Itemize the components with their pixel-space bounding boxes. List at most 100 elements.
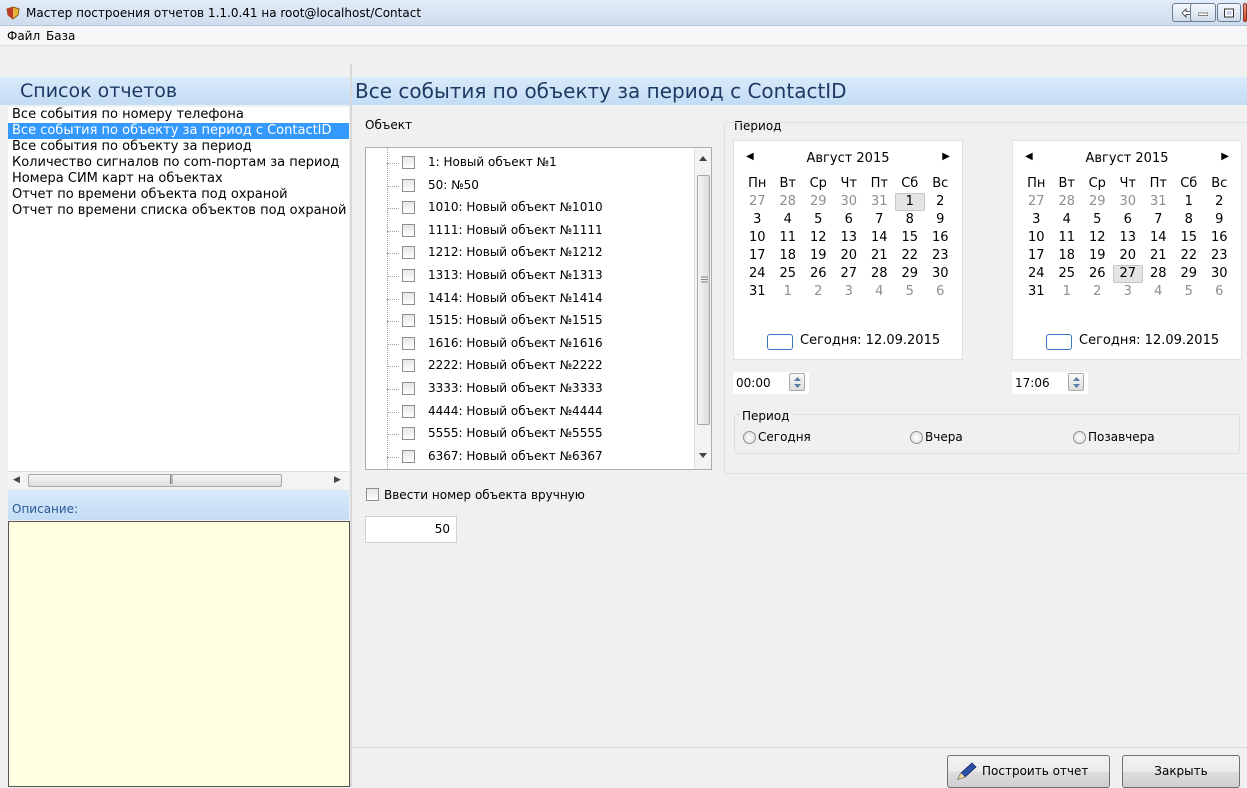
calendar-day[interactable]: 15	[895, 229, 926, 247]
calendar-day[interactable]: 5	[1082, 211, 1113, 229]
object-checkbox[interactable]	[402, 178, 415, 192]
report-item[interactable]: Отчет по времени списка объектов под охр…	[8, 203, 349, 219]
calendar-day[interactable]: 3	[834, 283, 865, 301]
calendar-day[interactable]: 28	[1052, 193, 1083, 211]
calendar-day[interactable]: 2	[1204, 193, 1235, 211]
radio-day-before[interactable]	[1073, 431, 1086, 444]
calendar-day[interactable]: 18	[1052, 247, 1083, 265]
calendar-day[interactable]: 17	[1021, 247, 1052, 265]
time-from-spinner[interactable]	[789, 373, 805, 391]
calendar-from-grid[interactable]: Пн Вт Ср Чт Пт Сб Вс 27 28 29 30 31 1 2 3 4 5 6 7 8 9 10 11 12 1…	[742, 175, 956, 301]
calendar-day[interactable]: 6	[925, 283, 956, 301]
calendar-day[interactable]: 13	[834, 229, 865, 247]
calendar-day[interactable]: 27	[742, 193, 773, 211]
scroll-up-icon[interactable]	[699, 156, 707, 161]
manual-number-checkbox[interactable]	[366, 488, 379, 501]
object-tree-item[interactable]: 1212: Новый объект №1212	[366, 242, 686, 264]
calendar-day[interactable]: 18	[773, 247, 804, 265]
calendar-day[interactable]: 24	[742, 265, 773, 283]
scroll-thumb[interactable]: ‖	[28, 474, 282, 487]
reports-list[interactable]: Все события по номеру телефона Все событи…	[8, 107, 349, 471]
calendar-day[interactable]: 3	[742, 211, 773, 229]
calendar-from[interactable]: ◀ Август 2015 ▶ Пн Вт Ср Чт Пт Сб Вс 27 28 29 30 31…	[733, 140, 963, 360]
object-checkbox[interactable]	[402, 404, 415, 418]
calendar-day[interactable]: 23	[1204, 247, 1235, 265]
scroll-right-icon[interactable]: ▶	[334, 475, 341, 485]
calendar-day[interactable]: 2	[803, 283, 834, 301]
calendar-day[interactable]: 27	[834, 265, 865, 283]
close-button[interactable]: Закрыть	[1122, 755, 1240, 788]
calendar-to[interactable]: ◀ Август 2015 ▶ Пн Вт Ср Чт Пт Сб Вс 27 28 29 30 31…	[1012, 140, 1242, 360]
object-tree-item[interactable]: 1313: Новый объект №1313	[366, 265, 686, 287]
calendar-day[interactable]: 26	[1082, 265, 1113, 283]
calendar-day[interactable]: 4	[1052, 211, 1083, 229]
next-month-icon[interactable]: ▶	[1221, 151, 1229, 162]
report-item[interactable]: Все события по номеру телефона	[8, 107, 349, 123]
calendar-day[interactable]: 9	[925, 211, 956, 229]
calendar-day[interactable]: 14	[1143, 229, 1174, 247]
calendar-day[interactable]: 10	[1021, 229, 1052, 247]
object-tree-item[interactable]: 50: №50	[366, 175, 686, 197]
calendar-day[interactable]: 27	[1112, 265, 1143, 283]
calendar-day[interactable]: 15	[1174, 229, 1205, 247]
object-checkbox[interactable]	[402, 156, 415, 169]
calendar-day[interactable]: 6	[1204, 283, 1235, 301]
object-checkbox[interactable]	[402, 269, 415, 282]
object-tree-item[interactable]: 3333: Новый объект №3333	[366, 378, 686, 400]
pane-splitter[interactable]	[350, 64, 352, 787]
calendar-day[interactable]: 19	[1082, 247, 1113, 265]
calendar-day[interactable]: 27	[1021, 193, 1052, 211]
calendar-day[interactable]: 5	[895, 283, 926, 301]
object-tree-item[interactable]: 1616: Новый объект №1616	[366, 333, 686, 355]
menu-database[interactable]: База	[46, 29, 75, 43]
calendar-day[interactable]: 3	[1021, 211, 1052, 229]
object-checkbox[interactable]	[402, 359, 415, 373]
object-tree[interactable]: 1: Новый объект №1 50: №50 1010: Новый объ…	[365, 147, 712, 470]
calendar-day[interactable]: 6	[1113, 211, 1144, 229]
radio-today[interactable]	[743, 431, 756, 444]
calendar-day[interactable]: 9	[1204, 211, 1235, 229]
object-tree-item[interactable]: 1414: Новый объект №1414	[366, 288, 686, 310]
calendar-day[interactable]: 10	[742, 229, 773, 247]
calendar-day[interactable]: 19	[803, 247, 834, 265]
calendar-day[interactable]: 11	[1052, 229, 1083, 247]
object-checkbox[interactable]	[402, 246, 415, 260]
menu-file[interactable]: Файл	[7, 29, 40, 43]
calendar-to-grid[interactable]: Пн Вт Ср Чт Пт Сб Вс 27 28 29 30 31 1 2 3 4 5 6 7 8 9 10 11 12 1…	[1021, 175, 1235, 301]
calendar-day[interactable]: 30	[1204, 265, 1235, 283]
calendar-day[interactable]: 21	[864, 247, 895, 265]
calendar-day[interactable]: 20	[834, 247, 865, 265]
radio-yesterday[interactable]	[910, 431, 923, 444]
object-checkbox[interactable]	[402, 201, 415, 215]
calendar-day[interactable]: 4	[864, 283, 895, 301]
time-to-spinner[interactable]	[1068, 373, 1084, 391]
calendar-day[interactable]: 4	[773, 211, 804, 229]
object-checkbox[interactable]	[402, 223, 415, 237]
calendar-day[interactable]: 12	[1082, 229, 1113, 247]
next-month-icon[interactable]: ▶	[942, 151, 950, 162]
reports-hscrollbar[interactable]: ◀ ‖ ▶	[8, 471, 349, 489]
calendar-day[interactable]: 29	[1174, 265, 1205, 283]
calendar-day[interactable]: 31	[864, 193, 895, 211]
calendar-day[interactable]: 3	[1113, 283, 1144, 301]
calendar-day[interactable]: 24	[1021, 265, 1052, 283]
calendar-to-today[interactable]: Сегодня: 12.09.2015	[1079, 333, 1219, 348]
radio-today-label[interactable]: Сегодня	[758, 430, 811, 444]
radio-day-before-label[interactable]: Позавчера	[1088, 430, 1155, 444]
calendar-day[interactable]: 29	[1082, 193, 1113, 211]
object-checkbox[interactable]	[402, 291, 415, 305]
calendar-day[interactable]: 25	[1052, 265, 1083, 283]
calendar-day[interactable]: 5	[1174, 283, 1205, 301]
calendar-day[interactable]: 22	[895, 247, 926, 265]
calendar-day[interactable]: 5	[803, 211, 834, 229]
calendar-day[interactable]: 28	[864, 265, 895, 283]
object-checkbox[interactable]	[402, 427, 415, 441]
calendar-day[interactable]: 7	[864, 211, 895, 229]
calendar-day[interactable]: 30	[1113, 193, 1144, 211]
close-window-button[interactable]	[1243, 3, 1247, 22]
object-tree-item[interactable]: 5555: Новый объект №5555	[366, 423, 686, 445]
object-number-input[interactable]: 50	[365, 516, 457, 543]
calendar-day[interactable]: 6	[834, 211, 865, 229]
calendar-day[interactable]: 2	[925, 193, 956, 211]
calendar-day[interactable]: 16	[925, 229, 956, 247]
